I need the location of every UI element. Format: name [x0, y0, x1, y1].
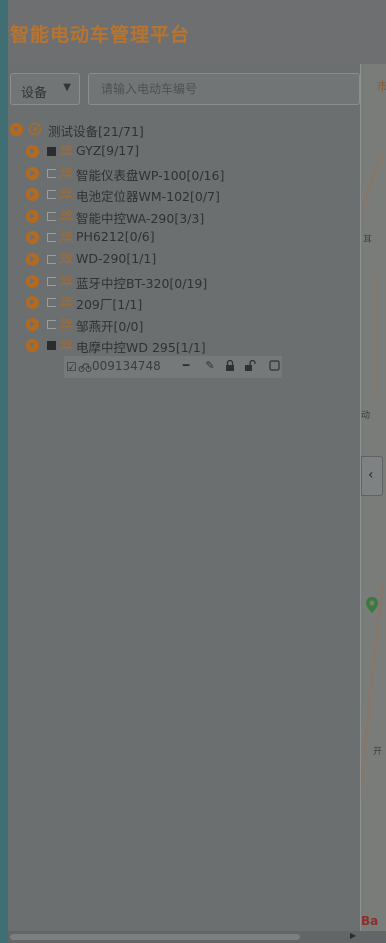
device-type-select[interactable]: 设备 ▼ — [10, 73, 80, 105]
square-icon[interactable] — [268, 360, 280, 372]
expand-toggle-icon[interactable] — [26, 275, 39, 288]
checkbox-icon[interactable] — [47, 233, 56, 242]
expand-toggle-icon[interactable] — [26, 210, 39, 223]
tree-group-item[interactable]: GYZ[9/17] — [26, 142, 326, 162]
app-window: 智能电动车管理平台 设备 ▼ 测试设备[21/71] GYZ[9/17] 智能仪表… — [0, 0, 386, 943]
group-people-icon — [59, 318, 73, 330]
unlock-icon[interactable] — [244, 359, 256, 372]
map-place-label: 开 — [373, 747, 383, 757]
map-collapse-button[interactable]: ‹ — [361, 456, 383, 496]
device-id-label: 009134748 — [92, 359, 161, 373]
tree-group-item[interactable]: 智能中控WA-290[3/3] — [26, 207, 326, 227]
group-people-icon — [59, 339, 73, 351]
tree-group-item[interactable]: 蓝牙中控BT-320[0/19] — [26, 272, 326, 292]
scrollbar-thumb[interactable] — [10, 934, 300, 940]
search-input[interactable] — [88, 73, 360, 105]
checkbox-partial-icon[interactable] — [47, 147, 56, 156]
map-logo: Ba — [361, 914, 379, 928]
expand-toggle-icon[interactable] — [26, 339, 39, 352]
expand-toggle-icon[interactable] — [26, 296, 39, 309]
device-type-select-value: 设备 — [21, 86, 48, 101]
expand-toggle-icon[interactable] — [26, 167, 39, 180]
map-place-label: 耳 — [363, 235, 373, 245]
tree-group-item[interactable]: 智能仪表盘WP-100[0/16] — [26, 164, 326, 184]
ebike-icon — [78, 363, 92, 372]
caret-down-icon: ▼ — [63, 82, 71, 93]
app-header: 智能电动车管理平台 — [8, 0, 386, 65]
map-road — [361, 584, 384, 884]
checkbox-icon[interactable] — [47, 212, 56, 221]
tree-group-item[interactable]: PH6212[0/6] — [26, 228, 326, 248]
group-people-icon — [59, 275, 73, 287]
tree-group-item[interactable]: 电摩中控WD 295[1/1] — [26, 336, 326, 356]
expand-toggle-icon[interactable] — [26, 253, 39, 266]
edit-icon[interactable]: ✎ — [204, 360, 216, 372]
org-icon — [28, 122, 42, 136]
minus-icon[interactable]: ━ — [180, 360, 192, 372]
expand-toggle-icon[interactable] — [10, 123, 23, 136]
checkbox-partial-icon[interactable] — [47, 341, 56, 350]
window-edge — [0, 0, 8, 943]
map-pin-icon[interactable] — [365, 596, 379, 614]
tree-group-label: 电摩中控WD 295[1/1] — [76, 340, 206, 355]
tree-group-item[interactable]: 209厂[1/1] — [26, 293, 326, 313]
checkbox-checked-icon[interactable]: ☑ — [66, 360, 77, 374]
scroll-right-icon[interactable]: ▶ — [350, 931, 356, 940]
checkbox-icon[interactable] — [47, 255, 56, 264]
tree-group-item[interactable]: 电池定位器WM-102[0/7] — [26, 185, 326, 205]
group-people-icon — [59, 231, 73, 243]
checkbox-icon[interactable] — [47, 277, 56, 286]
checkbox-icon[interactable] — [47, 169, 56, 178]
tree-group-label: 209厂[1/1] — [76, 297, 143, 312]
expand-toggle-icon[interactable] — [26, 318, 39, 331]
map-road — [375, 274, 378, 394]
tree-group-label: GYZ[9/17] — [76, 143, 140, 158]
chevron-left-icon: ‹ — [368, 467, 374, 483]
horizontal-scrollbar[interactable]: ▶ — [8, 931, 386, 943]
tree-group-label: 电池定位器WM-102[0/7] — [76, 189, 220, 204]
search-row: 设备 ▼ — [8, 70, 360, 108]
map-place-label: 动 — [361, 411, 371, 421]
app-title: 智能电动车管理平台 — [10, 24, 191, 46]
group-people-icon — [59, 253, 73, 265]
expand-toggle-icon[interactable] — [26, 188, 39, 201]
expand-toggle-icon[interactable] — [26, 145, 39, 158]
tree-group-label: 智能仪表盘WP-100[0/16] — [76, 168, 225, 183]
tree-group-label: WD-290[1/1] — [76, 251, 157, 266]
tree-group-label: PH6212[0/6] — [76, 229, 155, 244]
map-tab-label[interactable]: 市 — [377, 78, 386, 94]
tree-root-label: 测试设备[21/71] — [48, 124, 144, 139]
group-people-icon — [59, 167, 73, 179]
map-panel[interactable]: 市 耳 动 开 ‹ — [361, 64, 386, 931]
group-people-icon — [59, 210, 73, 222]
device-row[interactable]: ☑ 009134748 ━ ✎ — [64, 356, 282, 378]
tree-group-item[interactable]: WD-290[1/1] — [26, 250, 326, 270]
tree-group-item[interactable]: 邹燕开[0/0] — [26, 315, 326, 335]
group-people-icon — [59, 145, 73, 157]
checkbox-icon[interactable] — [47, 298, 56, 307]
map-road — [361, 155, 384, 213]
device-tree-panel: 设备 ▼ 测试设备[21/71] GYZ[9/17] 智能仪表盘WP-100[0/… — [8, 64, 360, 931]
checkbox-icon[interactable] — [47, 190, 56, 199]
tree-root[interactable]: 测试设备[21/71] — [10, 120, 310, 140]
lock-icon[interactable] — [224, 359, 236, 372]
group-people-icon — [59, 188, 73, 200]
tree-group-label: 邹燕开[0/0] — [76, 319, 144, 334]
tree-group-label: 蓝牙中控BT-320[0/19] — [76, 276, 208, 291]
group-people-icon — [59, 296, 73, 308]
checkbox-icon[interactable] — [47, 320, 56, 329]
expand-toggle-icon[interactable] — [26, 231, 39, 244]
tree-group-label: 智能中控WA-290[3/3] — [76, 211, 205, 226]
